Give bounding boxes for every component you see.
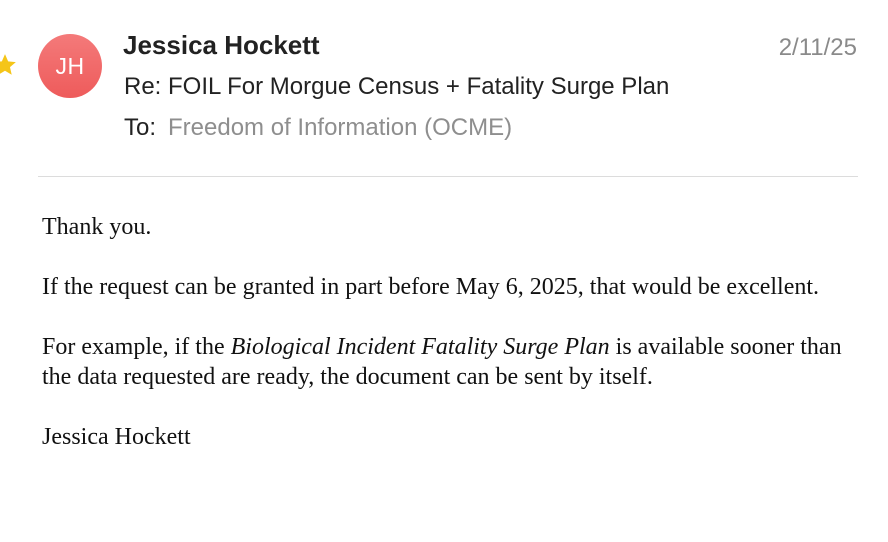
signature: Jessica Hockett: [42, 424, 191, 450]
header-divider: [38, 176, 858, 177]
message-date: 2/11/25: [778, 34, 857, 61]
body-greeting: Thank you.: [42, 214, 152, 240]
star-icon[interactable]: [0, 52, 18, 78]
body-paragraph-2-prefix: For example, if the: [42, 334, 231, 360]
message-body: Thank you. If the request can be granted…: [42, 212, 862, 452]
sender-avatar: JH: [38, 34, 102, 98]
recipient-row: To: Freedom of Information (OCME): [124, 114, 512, 142]
plan-title: Biological Incident Fatality Surge Plan: [230, 334, 610, 360]
body-paragraph-2: For example, if the Biological Incident …: [42, 332, 862, 392]
message-subject: Re: FOIL For Morgue Census + Fatality Su…: [124, 73, 670, 100]
recipient-name[interactable]: Freedom of Information (OCME): [168, 114, 512, 141]
sender-name: Jessica Hockett: [123, 30, 320, 60]
email-message-view: JH Jessica Hockett 2/11/25 Re: FOIL For …: [0, 0, 888, 542]
to-label: To:: [124, 114, 157, 141]
body-paragraph-1: If the request can be granted in part be…: [42, 274, 820, 300]
